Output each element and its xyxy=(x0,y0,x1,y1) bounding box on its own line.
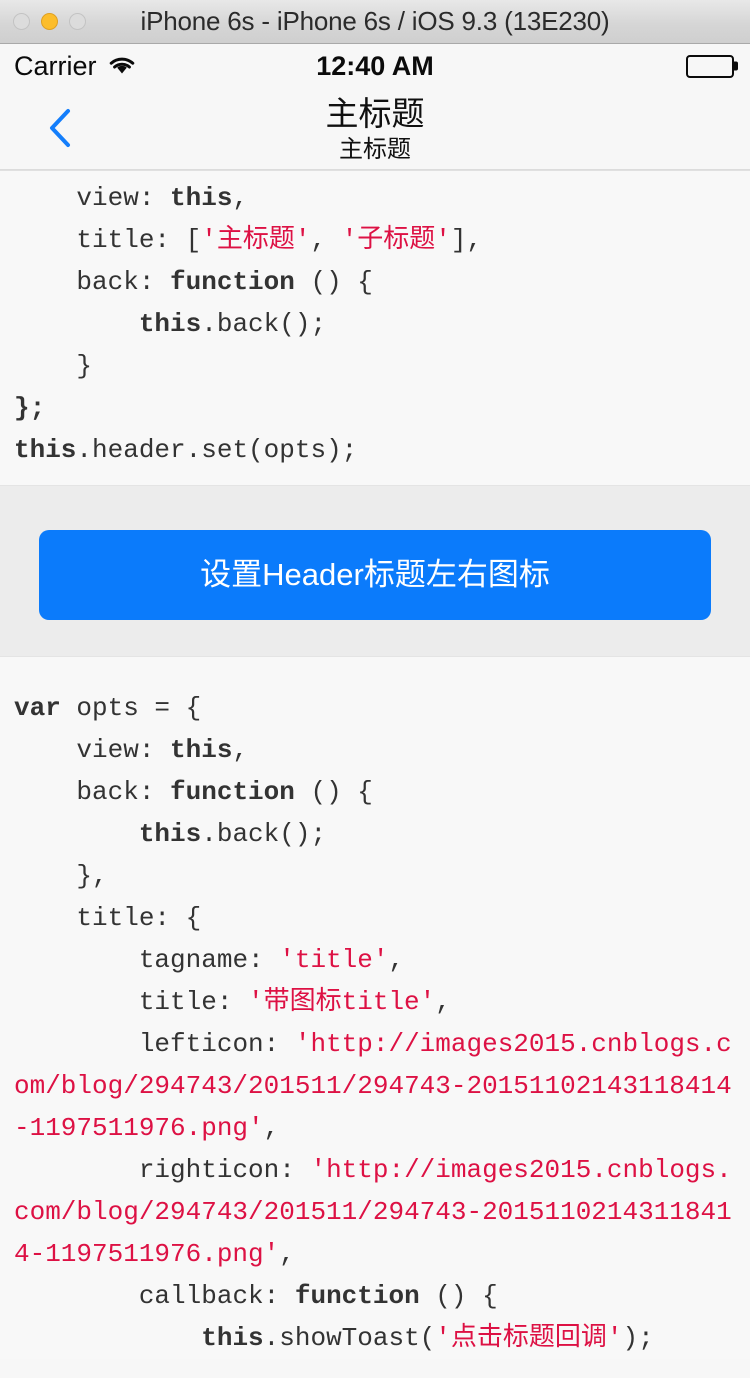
button-section: 设置Header标题左右图标 xyxy=(0,485,750,657)
code-keyword: }; xyxy=(14,393,46,423)
code-line: this.back(); xyxy=(14,813,736,855)
code-text: tagname: xyxy=(14,945,280,975)
status-bar: Carrier 12:40 AM xyxy=(0,44,750,88)
code-keyword: this xyxy=(138,819,202,849)
code-text: title: [ xyxy=(14,225,202,255)
code-line: this.showToast('点击标题回调'); xyxy=(14,1317,736,1359)
code-text: righticon: xyxy=(14,1155,311,1185)
battery-cap xyxy=(734,61,738,71)
code-text: () { xyxy=(294,267,373,297)
code-line: lefticon: 'http://images2015.cnblogs.com… xyxy=(14,1023,736,1149)
code-line: title: { xyxy=(14,897,736,939)
code-keyword: this xyxy=(14,435,77,465)
code-line: righticon: 'http://images2015.cnblogs.co… xyxy=(14,1149,736,1275)
code-keyword: this xyxy=(138,309,202,339)
code-line: this.header.set(opts); xyxy=(14,429,736,471)
code-line: title: ['主标题', '子标题'], xyxy=(14,219,736,261)
page-title: 主标题 xyxy=(325,95,425,132)
code-text: , xyxy=(232,735,249,765)
code-string: '点击标题回调' xyxy=(435,1323,623,1353)
navigation-titles: 主标题 主标题 xyxy=(0,94,750,166)
code-keyword: function xyxy=(170,267,295,297)
window-title: iPhone 6s - iPhone 6s / iOS 9.3 (13E230) xyxy=(140,6,610,36)
code-text: () { xyxy=(419,1281,498,1311)
page-subtitle: 主标题 xyxy=(339,136,411,163)
code-line: }, xyxy=(14,855,736,897)
code-line: var opts = { xyxy=(14,687,736,729)
navigation-bar: 主标题 主标题 xyxy=(0,88,750,170)
code-text: ], xyxy=(450,225,483,255)
code-text: back: xyxy=(14,777,171,807)
code-text: () { xyxy=(294,777,373,807)
code-line: }; xyxy=(14,387,736,429)
battery-full-icon xyxy=(686,54,738,78)
status-bar-time: 12:40 AM xyxy=(316,50,434,81)
code-text: view: xyxy=(14,183,171,213)
code-text: .back(); xyxy=(201,819,327,849)
code-block-top: view: this, title: ['主标题', '子标题'], back:… xyxy=(0,170,750,485)
code-text: , xyxy=(310,225,342,255)
code-string: '带图标title' xyxy=(248,987,436,1017)
code-line: back: function () { xyxy=(14,771,736,813)
code-text: , xyxy=(232,183,249,213)
code-text: .header.set(opts); xyxy=(76,435,358,465)
set-header-title-icons-button[interactable]: 设置Header标题左右图标 xyxy=(39,530,711,620)
code-string: '子标题' xyxy=(341,225,451,255)
code-keyword: function xyxy=(170,777,295,807)
code-text: , xyxy=(279,1239,295,1269)
page-content: view: this, title: ['主标题', '子标题'], back:… xyxy=(0,170,750,1359)
code-line: title: '带图标title', xyxy=(14,981,736,1023)
code-line: tagname: 'title', xyxy=(14,939,736,981)
code-text: , xyxy=(263,1113,280,1143)
code-line: view: this, xyxy=(14,729,736,771)
code-text: title: { xyxy=(14,903,202,933)
code-text: .back(); xyxy=(201,309,327,339)
code-text: }, xyxy=(14,861,108,891)
code-keyword: this xyxy=(170,183,233,213)
code-text: .showToast( xyxy=(263,1323,436,1353)
code-keyword: this xyxy=(170,735,233,765)
code-text: ); xyxy=(622,1323,654,1353)
code-keyword: var xyxy=(14,693,61,723)
code-keyword: function xyxy=(294,1281,420,1311)
code-line: callback: function () { xyxy=(14,1275,736,1317)
status-bar-right xyxy=(686,54,738,78)
code-line: view: this, xyxy=(14,177,736,219)
code-text: title: xyxy=(14,987,249,1017)
code-text: } xyxy=(14,351,93,381)
code-line: } xyxy=(14,345,736,387)
code-text: , xyxy=(435,987,451,1017)
code-text: callback: xyxy=(14,1281,295,1311)
code-text: back: xyxy=(14,267,171,297)
code-string: '主标题' xyxy=(201,225,311,255)
code-text: opts = { xyxy=(60,693,202,723)
code-text: view: xyxy=(14,735,171,765)
code-line: back: function () { xyxy=(14,261,736,303)
code-block-bottom: var opts = { view: this, back: function … xyxy=(0,657,750,1359)
code-keyword: this xyxy=(201,1323,264,1353)
code-string: 'title' xyxy=(279,945,389,975)
code-line: this.back(); xyxy=(14,303,736,345)
window-titlebar: iPhone 6s - iPhone 6s / iOS 9.3 (13E230) xyxy=(0,0,750,44)
code-text: , xyxy=(388,945,405,975)
code-text: lefticon: xyxy=(14,1029,295,1059)
